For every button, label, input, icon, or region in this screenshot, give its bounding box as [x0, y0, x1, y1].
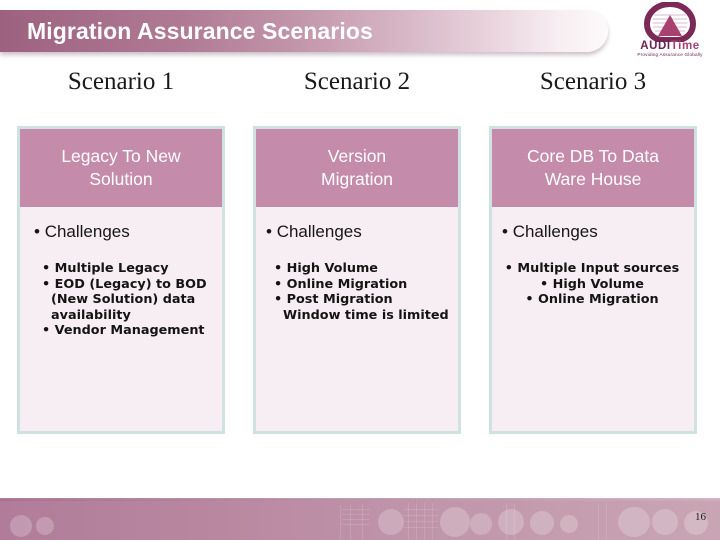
footer-bubble	[470, 513, 492, 535]
challenges-row-2: • Challenges	[256, 207, 458, 257]
scenario-header-box-1: Legacy To New Solution	[20, 129, 222, 207]
footer-hatch	[404, 509, 438, 510]
footer-hatch	[404, 521, 438, 522]
title-banner: Migration Assurance Scenarios	[0, 10, 608, 52]
challenges-label-1: • Challenges	[34, 222, 130, 241]
list-item: High Volume	[274, 261, 450, 277]
wordmark-audi: AUDI	[640, 40, 671, 52]
footer-bubble	[378, 509, 404, 535]
footer-hatch	[342, 514, 370, 515]
list-item: Post Migration Window time is limited	[274, 292, 450, 323]
challenges-label-text-1: Challenges	[44, 222, 130, 241]
footer-bubble	[530, 511, 554, 535]
footer-bubble	[560, 515, 578, 533]
challenge-list-3: Multiple Input sources High Volume Onlin…	[492, 261, 694, 308]
footer-stripe	[606, 503, 607, 540]
footer-bubble	[10, 515, 32, 537]
scenario-label-1: Scenario 1	[67, 68, 175, 95]
challenge-list-1: Multiple Legacy EOD (Legacy) to BOD (New…	[20, 261, 222, 339]
footer-bubble	[618, 507, 650, 537]
challenges-row-3: • Challenges	[492, 207, 694, 257]
footer-band: 16	[0, 495, 720, 540]
wordmark-time: Time	[670, 40, 700, 52]
footer-stripe	[362, 505, 363, 540]
scenario-column-3: Core DB To Data Ware House • Challenges …	[489, 126, 697, 434]
auditime-tagline: Providing Assurance Globally	[637, 52, 703, 57]
footer-hatch	[342, 524, 370, 525]
footer-bubble	[440, 507, 470, 537]
scenario-label-3: Scenario 3	[539, 68, 647, 95]
scenario-header-text-3: Core DB To Data Ware House	[527, 146, 659, 189]
list-item: Online Migration	[274, 277, 450, 293]
challenges-label-text-2: Challenges	[276, 222, 362, 241]
list-item: Multiple Legacy	[42, 261, 216, 277]
scenario-header-text-2: Version Migration	[321, 146, 393, 189]
challenges-label-3: • Challenges	[502, 222, 598, 241]
scenario-header-box-3: Core DB To Data Ware House	[492, 129, 694, 207]
challenges-row-1: • Challenges	[20, 207, 222, 257]
footer-hatch	[404, 527, 438, 528]
footer-stripe	[340, 505, 341, 540]
scenario-column-1: Legacy To New Solution • Challenges Mult…	[17, 126, 225, 434]
list-item: Online Migration	[502, 292, 682, 308]
list-item: EOD (Legacy) to BOD (New Solution) data …	[42, 277, 216, 324]
footer-bubble	[652, 509, 678, 535]
footer-bubble	[498, 509, 524, 535]
footer-hatch	[342, 519, 370, 520]
footer-hatch	[342, 509, 370, 510]
footer-top-rule	[0, 498, 720, 501]
page-title: Migration Assurance Scenarios	[27, 18, 373, 44]
footer-bubble	[36, 517, 54, 535]
auditime-logo: AUDITime Providing Assurance Globally	[626, 2, 714, 64]
challenges-label-2: • Challenges	[266, 222, 362, 241]
footer-stripe	[350, 505, 351, 540]
auditime-logo-mark	[643, 2, 697, 42]
scenario-header-box-2: Version Migration	[256, 129, 458, 207]
list-item: Vendor Management	[42, 323, 216, 339]
challenges-label-text-3: Challenges	[512, 222, 598, 241]
auditime-wordmark: AUDITime	[626, 40, 714, 52]
footer-stripe	[598, 503, 599, 540]
list-item: High Volume	[502, 277, 682, 293]
footer-hatch	[404, 515, 438, 516]
scenario-label-2: Scenario 2	[303, 68, 411, 95]
list-item: Multiple Input sources	[502, 261, 682, 277]
scenario-column-2: Version Migration • Challenges High Volu…	[253, 126, 461, 434]
page-number: 16	[695, 511, 706, 523]
scenario-header-text-1: Legacy To New Solution	[61, 146, 181, 189]
challenge-list-2: High Volume Online Migration Post Migrat…	[256, 261, 458, 323]
